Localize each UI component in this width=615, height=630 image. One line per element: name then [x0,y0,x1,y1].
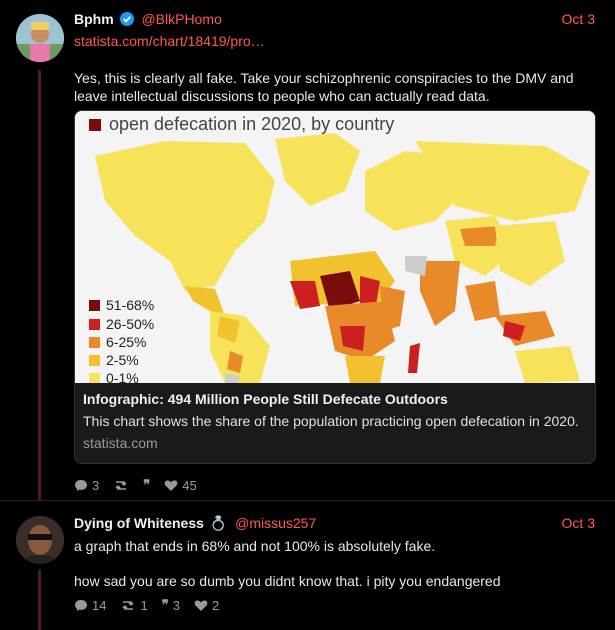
heart-icon [194,599,208,612]
legend-label: 6-25% [106,334,147,350]
legend-label: 51-68% [106,297,155,313]
repost-icon [113,479,129,492]
card-domain: statista.com [83,435,158,451]
post-header: Bphm @BlkPHomo [74,11,222,29]
post-text-line: how sad you are so dumb you didnt know t… [74,573,501,589]
legend-label: 0-1% [106,370,139,383]
card-image: open defecation in 2020, by country 51-6… [75,111,595,383]
reply-icon [74,599,88,612]
quote-icon: ❞ [161,597,169,612]
post: Bphm @BlkPHomo Oct 3 statista.com/chart/… [0,0,615,500]
like-count: 2 [211,597,220,613]
card-title[interactable]: Infographic: 494 Million People Still De… [83,391,587,407]
ring-icon: 💍 [209,515,228,531]
verified-icon [119,12,134,29]
post-date[interactable]: Oct 3 [562,11,595,27]
quote-icon: ❞ [143,477,151,492]
reply-button[interactable]: 3 [74,478,99,493]
map-title: open defecation in 2020, by country [89,114,394,135]
title-square-icon [89,118,101,131]
post-text: Yes, this is clearly all fake. Take your… [74,70,574,104]
card-meta: Infographic: 494 Million People Still De… [83,391,587,451]
legend-label: 26-50% [106,316,155,332]
avatar[interactable] [16,516,64,564]
legend-swatch [89,299,100,311]
quote-button[interactable]: ❞ [143,477,150,493]
reply-count: 14 [92,597,107,613]
repost-button[interactable]: 1 [120,597,148,613]
legend-swatch [89,372,100,383]
legend-item: 0-1% [89,370,139,383]
legend-item: 2-5% [89,352,139,368]
like-button[interactable]: 2 [194,598,219,613]
legend-label: 2-5% [106,352,139,368]
like-count: 45 [182,477,197,493]
post-date[interactable]: Oct 3 [562,515,595,531]
post-actions: 3 ❞ 45 [74,477,197,493]
post-header: Dying of Whiteness 💍 @missus257 [74,515,316,532]
reply-count: 3 [92,477,100,493]
post-link[interactable]: statista.com/chart/18419/pro… [74,33,265,49]
repost-count: 1 [140,597,148,613]
post: Dying of Whiteness 💍 @missus257 Oct 3 a … [0,500,615,629]
quote-count: 3 [172,597,180,613]
repost-icon [120,599,136,612]
like-button[interactable]: 45 [164,477,197,493]
display-name[interactable]: Bphm [74,11,114,27]
legend-item: 26-50% [89,316,154,332]
legend-item: 51-68% [89,297,154,313]
quote-button[interactable]: ❞ 3 [162,597,180,613]
world-map-image [75,111,595,383]
legend-swatch [89,318,100,330]
display-name[interactable]: Dying of Whiteness [74,515,204,531]
link-card[interactable]: open defecation in 2020, by country 51-6… [74,110,596,464]
handle[interactable]: @BlkPHomo [141,11,221,27]
heart-icon [164,479,178,492]
reply-button[interactable]: 14 [74,598,106,613]
legend-swatch [89,354,100,366]
legend-swatch [89,336,100,348]
avatar[interactable] [16,14,64,62]
map-title-text: open defecation in 2020, by country [109,114,395,134]
legend-item: 6-25% [89,334,146,350]
card-description: This chart shows the share of the popula… [83,413,579,429]
repost-button[interactable] [113,479,129,492]
handle[interactable]: @missus257 [235,515,316,531]
post-actions: 14 1 ❞ 3 2 [74,597,219,613]
reply-icon [74,479,88,492]
post-text-line: a graph that ends in 68% and not 100% is… [74,538,436,554]
